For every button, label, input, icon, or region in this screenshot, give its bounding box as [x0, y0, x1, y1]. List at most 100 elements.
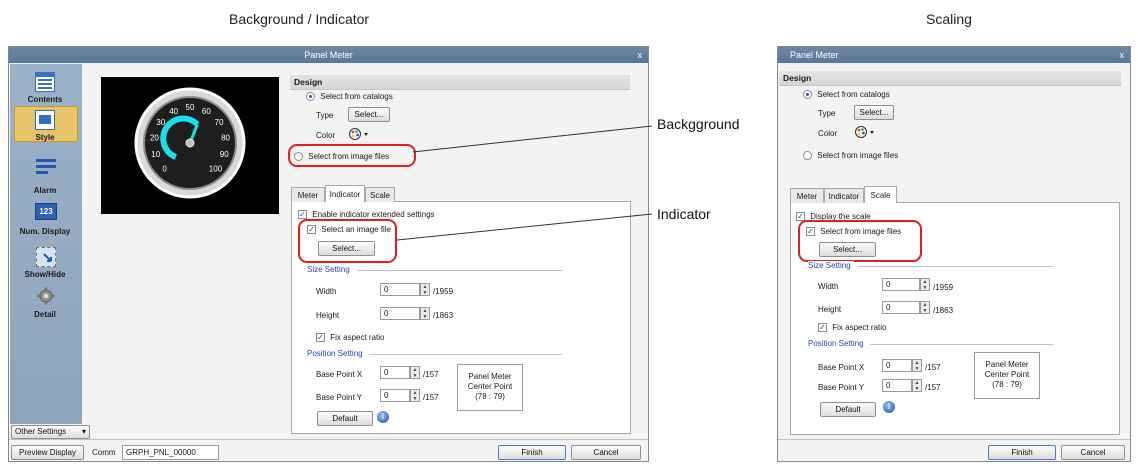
enable-extended-row[interactable]: ✓ Enable indicator extended settings: [298, 210, 435, 220]
design-header: Design: [779, 71, 1121, 86]
select-from-image-files-row[interactable]: Select from image files: [803, 151, 899, 161]
type-select-button[interactable]: Select...: [854, 105, 894, 120]
bottom-bar-divider: [9, 439, 648, 440]
size-setting-line: [357, 270, 562, 271]
sidebar-item-alarm[interactable]: Alarm: [10, 186, 80, 195]
finish-button[interactable]: Finish: [988, 445, 1056, 460]
close-button[interactable]: x: [638, 47, 643, 63]
tab-scale[interactable]: Scale: [365, 187, 395, 202]
width-spinner[interactable]: ▲ ▼: [920, 278, 930, 291]
height-label: Height: [818, 305, 842, 314]
catalog-radio[interactable]: [803, 90, 812, 100]
size-setting-line: [858, 266, 1053, 267]
height-spinner[interactable]: ▲ ▼: [920, 301, 930, 314]
gauge-tick-label: 0: [162, 164, 167, 173]
alarm-icon[interactable]: [36, 159, 56, 179]
chevron-down-icon: ▾: [81, 427, 86, 436]
default-button[interactable]: Default: [317, 411, 373, 426]
gauge-hub: [185, 138, 195, 148]
gear-icon[interactable]: [37, 287, 55, 305]
num-display-icon[interactable]: 123: [35, 203, 57, 220]
base-x-label: Base Point X: [316, 370, 363, 379]
height-spinner[interactable]: ▲ ▼: [420, 307, 430, 320]
tab-meter[interactable]: Meter: [790, 188, 824, 203]
cancel-button[interactable]: Cancel: [571, 445, 641, 460]
base-y-max: /157: [925, 383, 941, 392]
base-x-input[interactable]: 0: [882, 359, 912, 372]
sidebar-item-style[interactable]: Style: [10, 133, 80, 142]
fix-aspect-checkbox[interactable]: ✓: [316, 333, 325, 343]
base-y-spinner[interactable]: ▲ ▼: [410, 389, 420, 402]
base-x-spinner[interactable]: ▲ ▼: [912, 359, 922, 372]
comm-input[interactable]: GRPH_PNL_00000: [122, 445, 219, 460]
select-from-catalogs-row[interactable]: Select from catalogs: [803, 90, 890, 100]
size-setting-label: Size Setting: [808, 261, 854, 270]
bottom-bar-divider: [778, 439, 1130, 440]
color-picker[interactable]: [854, 125, 876, 139]
base-x-input[interactable]: 0: [380, 366, 410, 379]
palette-icon: [349, 128, 368, 140]
fix-aspect-row[interactable]: ✓ Fix aspect ratio: [316, 333, 384, 343]
base-x-spinner[interactable]: ▲ ▼: [410, 366, 420, 379]
type-select-button[interactable]: Select...: [348, 107, 390, 122]
height-input[interactable]: 0: [380, 307, 420, 320]
sidebar: Contents Style Alarm 123 Num. Display Sh…: [10, 64, 82, 424]
sidebar-item-detail[interactable]: Detail: [10, 310, 80, 319]
sidebar-item-contents[interactable]: Contents: [10, 95, 80, 104]
select-from-catalogs-row[interactable]: Select from catalogs: [306, 92, 393, 102]
caption-left: Background / Indicator: [229, 11, 370, 27]
center-point-line1: Panel Meter: [468, 372, 512, 381]
select-from-image-files-label: Select from image files: [817, 151, 899, 160]
close-button[interactable]: x: [1120, 47, 1125, 63]
dialog-title: Panel Meter: [304, 50, 353, 60]
enable-extended-label: Enable indicator extended settings: [312, 210, 435, 219]
width-input[interactable]: 0: [882, 278, 920, 291]
height-max: /1863: [933, 306, 954, 315]
color-label: Color: [316, 131, 336, 140]
fix-aspect-checkbox[interactable]: ✓: [818, 323, 827, 333]
tab-meter[interactable]: Meter: [291, 187, 325, 202]
base-y-label: Base Point Y: [818, 383, 865, 392]
center-point-box: Panel Meter Center Point (78 : 79): [974, 352, 1040, 399]
cursor-icon[interactable]: [36, 247, 56, 267]
default-button[interactable]: Default: [820, 402, 876, 417]
base-y-input[interactable]: 0: [380, 389, 410, 402]
height-input[interactable]: 0: [882, 301, 920, 314]
base-y-spinner[interactable]: ▲ ▼: [912, 379, 922, 392]
other-settings-button[interactable]: Other Settings ▾: [11, 425, 90, 439]
caption-right: Scaling: [926, 11, 972, 27]
center-point-line2: Center Point: [984, 370, 1030, 379]
width-input[interactable]: 0: [380, 283, 420, 296]
tab-indicator[interactable]: Indicator: [325, 185, 365, 202]
color-label: Color: [818, 129, 838, 138]
preview-display-button[interactable]: Preview Display: [11, 445, 84, 460]
contents-icon[interactable]: [35, 72, 55, 92]
sidebar-item-show-hide[interactable]: Show/Hide: [10, 270, 80, 279]
gauge-preview: 010203040 50 60708090100: [134, 87, 246, 199]
width-spinner[interactable]: ▲ ▼: [420, 283, 430, 296]
info-icon[interactable]: i: [377, 411, 389, 423]
tab-scale[interactable]: Scale: [864, 186, 897, 203]
color-picker[interactable]: [348, 127, 370, 141]
sidebar-item-num-display[interactable]: Num. Display: [10, 227, 80, 236]
catalog-radio[interactable]: [306, 92, 315, 102]
type-label: Type: [818, 109, 836, 118]
size-setting-label: Size Setting: [307, 265, 353, 274]
width-label: Width: [316, 287, 337, 296]
tab-indicator[interactable]: Indicator: [824, 188, 864, 203]
position-setting-line: [870, 344, 1053, 345]
info-icon[interactable]: i: [883, 401, 895, 413]
fix-aspect-label: Fix aspect ratio: [832, 323, 887, 332]
base-x-max: /157: [423, 370, 439, 379]
width-max: /1959: [433, 287, 454, 296]
position-setting-label: Position Setting: [808, 339, 867, 348]
base-y-input[interactable]: 0: [882, 379, 912, 392]
center-point-line1: Panel Meter: [985, 360, 1029, 369]
style-icon[interactable]: [35, 110, 55, 130]
cancel-button[interactable]: Cancel: [1061, 445, 1125, 460]
finish-button[interactable]: Finish: [498, 445, 566, 460]
image-files-radio[interactable]: [803, 151, 812, 161]
fix-aspect-row[interactable]: ✓ Fix aspect ratio: [818, 323, 887, 333]
design-title: Design: [294, 77, 323, 87]
highlight-background: [288, 144, 416, 167]
